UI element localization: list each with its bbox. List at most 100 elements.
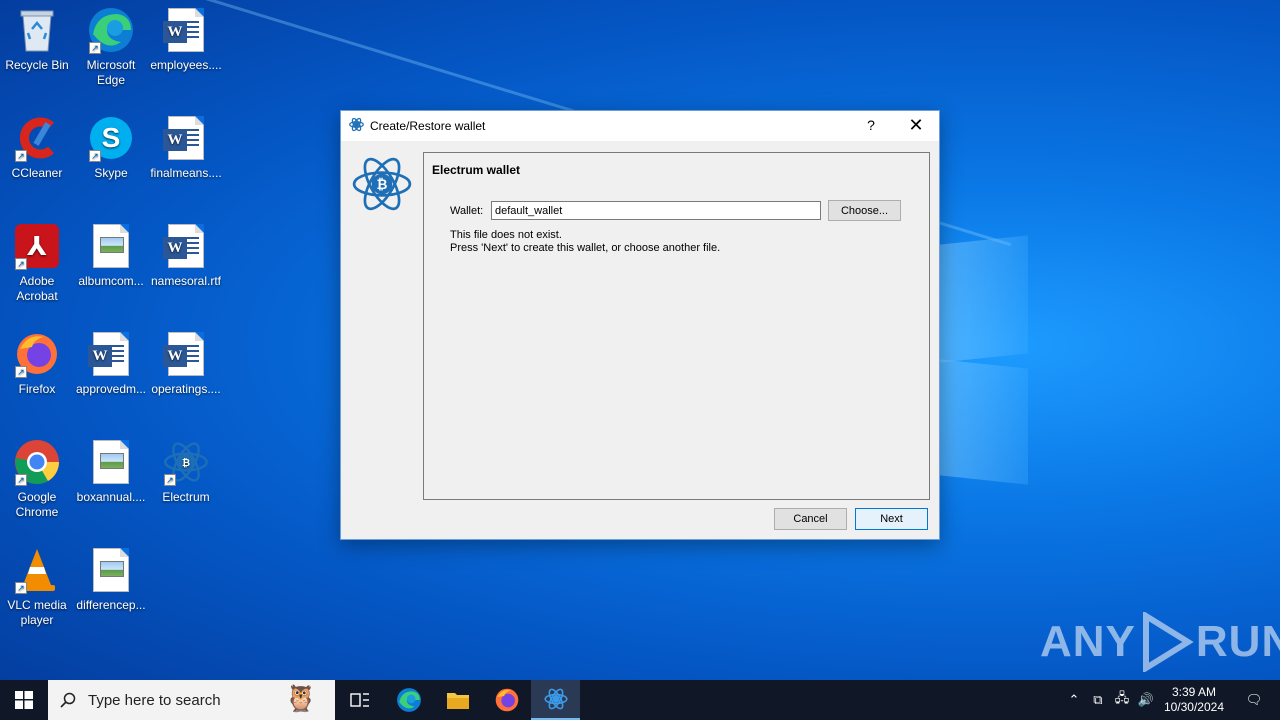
word-document-icon: W — [162, 114, 210, 162]
svg-text:₿: ₿ — [182, 458, 190, 469]
taskbar: Type here to search 🦉 ⌃ ⧉ 🖧 🔊 3:39 AM 10… — [0, 680, 1280, 720]
dialog-title: Create/Restore wallet — [370, 119, 486, 133]
desktop-icon-label: differencep... — [76, 598, 146, 612]
edge-icon — [396, 688, 421, 712]
next-button[interactable]: Next — [855, 508, 928, 530]
cancel-button[interactable]: Cancel — [774, 508, 847, 530]
clock-date: 10/30/2024 — [1163, 700, 1224, 714]
desktop-icon-skype[interactable]: S ↗ Skype — [74, 114, 148, 181]
watermark-text-right: RUN — [1195, 617, 1280, 666]
desktop-icon-finalmeans[interactable]: W finalmeans.... — [149, 114, 223, 181]
info-line-1: This file does not exist. — [450, 229, 562, 241]
taskbar-firefox[interactable] — [482, 680, 531, 720]
search-icon — [60, 692, 76, 708]
desktop-icon-label: boxannual.... — [76, 490, 146, 504]
network-icon[interactable]: 🖧 — [1110, 689, 1134, 711]
image-file-icon — [87, 222, 135, 270]
electrum-icon — [543, 688, 568, 710]
search-highlight-illustration-icon: 🦉 — [284, 683, 317, 713]
svg-text:₿: ₿ — [377, 178, 388, 193]
desktop-icon-label: albumcom... — [78, 274, 144, 288]
close-button[interactable]: ✕ — [905, 115, 927, 136]
desktop-icon-firefox[interactable]: ↗ Firefox — [0, 330, 74, 397]
taskbar-file-explorer[interactable] — [433, 680, 482, 720]
play-icon — [1142, 612, 1194, 672]
desktop-icon-operatings[interactable]: W operatings.... — [149, 330, 223, 397]
word-document-icon: W — [162, 330, 210, 378]
desktop-icon-label: Microsoft Edge — [86, 58, 136, 87]
chrome-icon: ↗ — [13, 438, 61, 486]
choose-file-button[interactable]: Choose... — [828, 200, 901, 221]
desktop-icon-label: namesoral.rtf — [150, 274, 222, 288]
start-button[interactable] — [0, 680, 48, 720]
taskbar-edge[interactable] — [384, 680, 433, 720]
desktop-icon-label: Adobe Acrobat — [16, 274, 58, 303]
skype-icon: S ↗ — [87, 114, 135, 162]
shortcut-arrow-icon: ↗ — [15, 258, 27, 270]
shortcut-arrow-icon: ↗ — [15, 150, 27, 162]
desktop-icon-namesoral[interactable]: W namesoral.rtf — [149, 222, 223, 289]
anyrun-watermark: ANY RUN — [1040, 612, 1280, 672]
desktop-icon-adobe-acrobat[interactable]: ⅄ ↗ Adobe Acrobat — [0, 222, 74, 304]
network-adapter-icon[interactable]: ⧉ — [1086, 692, 1110, 708]
desktop-icon-electrum[interactable]: ₿ ↗ Electrum — [149, 438, 223, 505]
panel-heading: Electrum wallet — [432, 163, 521, 177]
desktop-icon-label: Skype — [94, 166, 128, 180]
taskbar-electrum[interactable] — [531, 680, 580, 720]
notification-icon[interactable]: 🗨 — [1242, 692, 1266, 708]
taskbar-search-box[interactable]: Type here to search 🦉 — [48, 680, 335, 720]
info-text: This file does not exist. Press 'Next' t… — [450, 229, 720, 255]
edge-icon: ↗ — [87, 6, 135, 54]
shortcut-arrow-icon: ↗ — [15, 366, 27, 378]
desktop-icon-approvedm[interactable]: W approvedm... — [74, 330, 148, 397]
desktop-icon-google-chrome[interactable]: ↗ Google Chrome — [0, 438, 74, 520]
help-button[interactable]: ? — [861, 117, 881, 133]
word-document-icon: W — [87, 330, 135, 378]
desktop-icon-microsoft-edge[interactable]: ↗ Microsoft Edge — [74, 6, 148, 88]
shortcut-arrow-icon: ↗ — [89, 42, 101, 54]
task-view-button[interactable] — [335, 680, 384, 720]
adobe-acrobat-icon: ⅄ ↗ — [13, 222, 61, 270]
desktop-icon-label: VLC media player — [7, 598, 67, 627]
word-document-icon: W — [162, 222, 210, 270]
clock[interactable]: 3:39 AM 10/30/2024 — [1164, 685, 1224, 715]
firefox-icon: ↗ — [13, 330, 61, 378]
desktop-icon-label: Firefox — [18, 382, 56, 396]
volume-icon[interactable]: 🔊 — [1134, 692, 1158, 708]
desktop-icon-label: operatings.... — [151, 382, 221, 396]
wallet-label: Wallet: — [450, 205, 484, 217]
desktop-icon-ccleaner[interactable]: ↗ CCleaner — [0, 114, 74, 181]
vlc-cone-icon: ↗ — [13, 546, 61, 594]
clock-time: 3:39 AM — [1171, 685, 1216, 699]
desktop-icon-label: CCleaner — [11, 166, 63, 180]
chevron-up-icon[interactable]: ⌃ — [1062, 692, 1086, 708]
word-document-icon: W — [162, 6, 210, 54]
wallet-filename-input[interactable] — [491, 201, 821, 220]
desktop-icon-albumcom[interactable]: albumcom... — [74, 222, 148, 289]
windows-start-icon — [15, 691, 33, 709]
electrum-icon: ₿ ↗ — [162, 438, 210, 486]
firefox-icon — [495, 688, 518, 712]
desktop-icon-label: finalmeans.... — [150, 166, 222, 180]
info-line-2: Press 'Next' to create this wallet, or c… — [450, 242, 721, 254]
desktop-icon-differencep[interactable]: differencep... — [74, 546, 148, 613]
desktop-icon-recycle-bin[interactable]: Recycle Bin — [0, 6, 74, 73]
wallet-content-panel: Electrum wallet Wallet: Choose... This f… — [423, 152, 930, 500]
desktop-icon-label: approvedm... — [75, 382, 147, 396]
desktop-icon-vlc[interactable]: ↗ VLC media player — [0, 546, 74, 628]
create-restore-wallet-dialog: Create/Restore wallet ? ✕ ₿ Electrum wal… — [340, 110, 940, 540]
electrum-small-icon — [349, 117, 364, 135]
recycle-bin-icon — [13, 6, 61, 54]
desktop-icon-label: Google Chrome — [15, 490, 59, 519]
task-view-icon — [349, 693, 369, 707]
dialog-titlebar[interactable]: Create/Restore wallet ? ✕ — [341, 111, 939, 141]
desktop-icon-label: Recycle Bin — [5, 58, 69, 72]
desktop-icon-boxannual[interactable]: boxannual.... — [74, 438, 148, 505]
desktop-icon-employees[interactable]: W employees.... — [149, 6, 223, 73]
system-tray: ⌃ ⧉ 🖧 🔊 3:39 AM 10/30/2024 🗨 — [1062, 680, 1280, 720]
shortcut-arrow-icon: ↗ — [15, 474, 27, 486]
shortcut-arrow-icon: ↗ — [15, 582, 27, 594]
electrum-logo-icon: ₿ — [351, 153, 413, 220]
search-placeholder: Type here to search — [88, 691, 221, 709]
windows-logo-wallpaper — [940, 235, 1030, 485]
